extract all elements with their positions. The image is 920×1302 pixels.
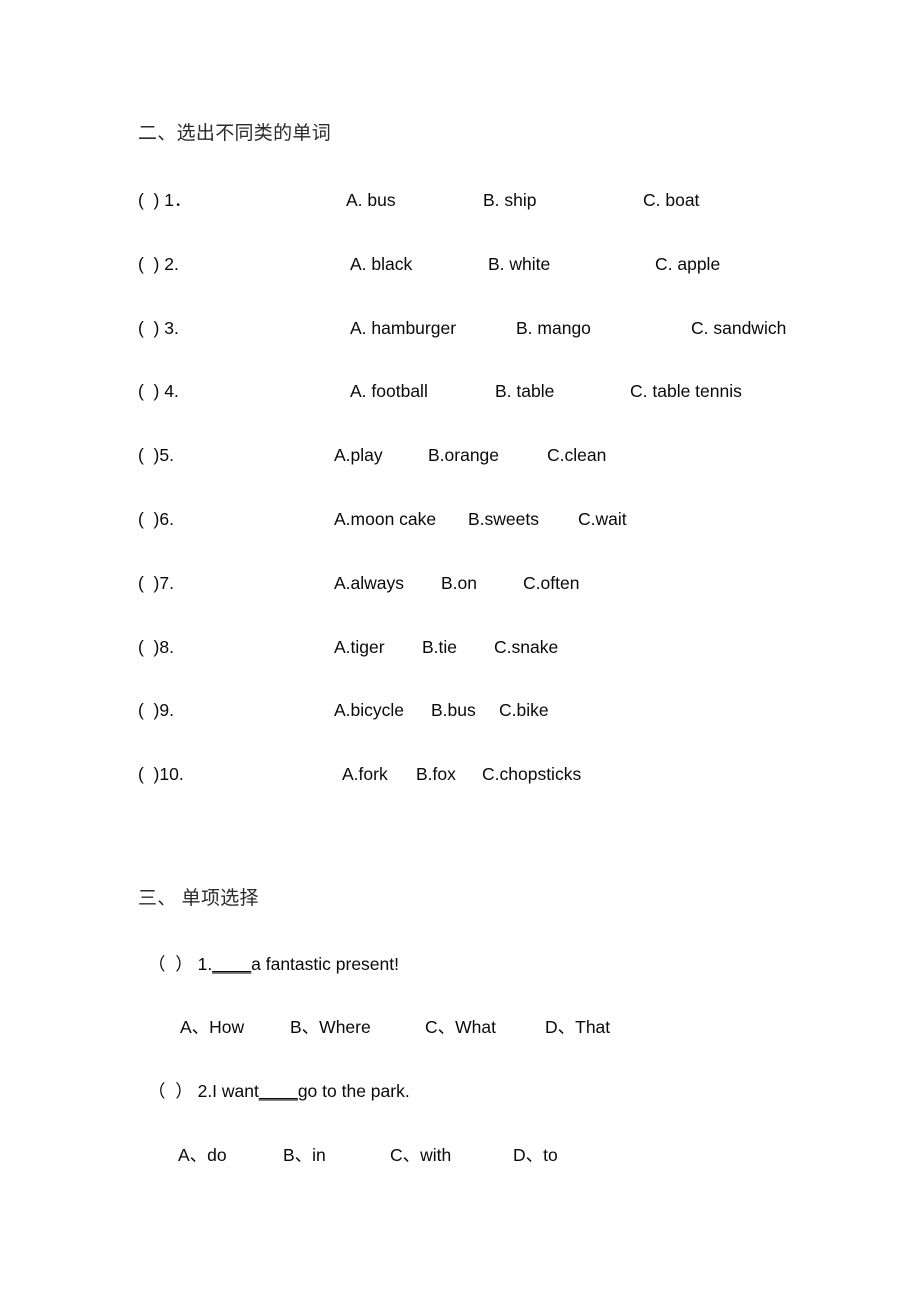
mc-answer-option[interactable]: B、in (283, 1142, 326, 1168)
question-number-and-answer-box[interactable]: ( )10. (138, 761, 184, 787)
mc-question-row: （ ） 1.____a fantastic present! (148, 951, 399, 977)
mc-answer-option[interactable]: D、to (513, 1142, 558, 1168)
answer-option[interactable]: C.snake (494, 634, 558, 660)
answer-option[interactable]: C.often (523, 570, 579, 596)
answer-option[interactable]: A.tiger (334, 634, 385, 660)
answer-option[interactable]: A.bicycle (334, 697, 404, 723)
answer-option[interactable]: B.tie (422, 634, 457, 660)
mc-question-text: go to the park. (297, 1081, 410, 1101)
answer-option[interactable]: B.orange (428, 442, 499, 468)
question-row: ( ) 2. A. black B. white C. apple (138, 251, 720, 277)
answer-option[interactable]: B.on (441, 570, 477, 596)
question-number-and-answer-box[interactable]: ( )9. (138, 697, 174, 723)
answer-option[interactable]: C. boat (643, 187, 699, 213)
answer-option[interactable]: B.fox (416, 761, 456, 787)
mc-answer-option[interactable]: A、do (178, 1142, 227, 1168)
answer-option[interactable]: C.clean (547, 442, 606, 468)
worksheet-page: 二、选出不同类的单词 ( ) 1． A. bus B. ship C. boat( )… (0, 0, 920, 1302)
mc-question-row: （ ） 2.I want____go to the park. (148, 1078, 410, 1104)
answer-option[interactable]: A.always (334, 570, 404, 596)
question-row: ( )5. A.play B.orange C.clean (138, 442, 606, 468)
section-three-heading: 三、 单项选择 (138, 888, 259, 909)
answer-option[interactable]: A. football (350, 378, 428, 404)
question-row: ( )6. A.moon cake B.sweets C.wait (138, 506, 627, 532)
answer-option[interactable]: A. bus (346, 187, 396, 213)
question-number-and-answer-box[interactable]: ( )7. (138, 570, 174, 596)
question-number-and-answer-box[interactable]: ( ) 2. (138, 251, 179, 277)
mc-answer-option[interactable]: B、Where (290, 1014, 371, 1040)
fill-in-blank[interactable]: ____ (212, 954, 251, 974)
answer-option[interactable]: A.play (334, 442, 383, 468)
question-number-and-answer-box[interactable]: ( ) 4. (138, 378, 179, 404)
question-row: ( )7. A.always B.on C.often (138, 570, 579, 596)
mc-answer-option[interactable]: A、How (180, 1014, 244, 1040)
answer-option[interactable]: A.moon cake (334, 506, 436, 532)
question-row: ( ) 3. A. hamburger B. mango C. sandwich (138, 315, 786, 341)
question-number-and-answer-box[interactable]: ( ) 1． (138, 187, 191, 213)
section-two-heading: 二、选出不同类的单词 (138, 123, 332, 144)
answer-option[interactable]: A. hamburger (350, 315, 456, 341)
fill-in-blank[interactable]: ____ (259, 1081, 298, 1101)
question-number-and-answer-box[interactable]: ( ) 3. (138, 315, 179, 341)
mc-question-text: a fantastic present! (251, 954, 399, 974)
answer-option[interactable]: B. mango (516, 315, 591, 341)
answer-option[interactable]: B. table (495, 378, 554, 404)
answer-option[interactable]: B. white (488, 251, 550, 277)
question-row: ( )9. A.bicycle B.bus C.bike (138, 697, 549, 723)
answer-option[interactable]: C.bike (499, 697, 549, 723)
question-number-and-answer-box[interactable]: ( )8. (138, 634, 174, 660)
question-number-and-answer-box[interactable]: ( )6. (138, 506, 174, 532)
mc-question-number-and-answer-box[interactable]: （ ） 2.I want (148, 1081, 259, 1101)
answer-option[interactable]: A.fork (342, 761, 388, 787)
question-row: ( )10. A.fork B.fox C.chopsticks (138, 761, 581, 787)
answer-option[interactable]: A. black (350, 251, 412, 277)
answer-option[interactable]: C.chopsticks (482, 761, 581, 787)
answer-option[interactable]: C. table tennis (630, 378, 742, 404)
answer-option[interactable]: C. sandwich (691, 315, 786, 341)
mc-answer-option[interactable]: D、That (545, 1014, 610, 1040)
question-row: ( )8. A.tiger B.tie C.snake (138, 634, 558, 660)
mc-answer-option[interactable]: C、What (425, 1014, 496, 1040)
answer-option[interactable]: B.bus (431, 697, 476, 723)
question-number-and-answer-box[interactable]: ( )5. (138, 442, 174, 468)
answer-option[interactable]: B.sweets (468, 506, 539, 532)
question-row: ( ) 1． A. bus B. ship C. boat (138, 187, 699, 213)
answer-option[interactable]: B. ship (483, 187, 537, 213)
answer-option[interactable]: C.wait (578, 506, 627, 532)
answer-option[interactable]: C. apple (655, 251, 720, 277)
mc-question-number-and-answer-box[interactable]: （ ） 1. (148, 954, 212, 974)
mc-answer-option[interactable]: C、with (390, 1142, 451, 1168)
question-row: ( ) 4. A. football B. table C. table tennis (138, 378, 742, 404)
